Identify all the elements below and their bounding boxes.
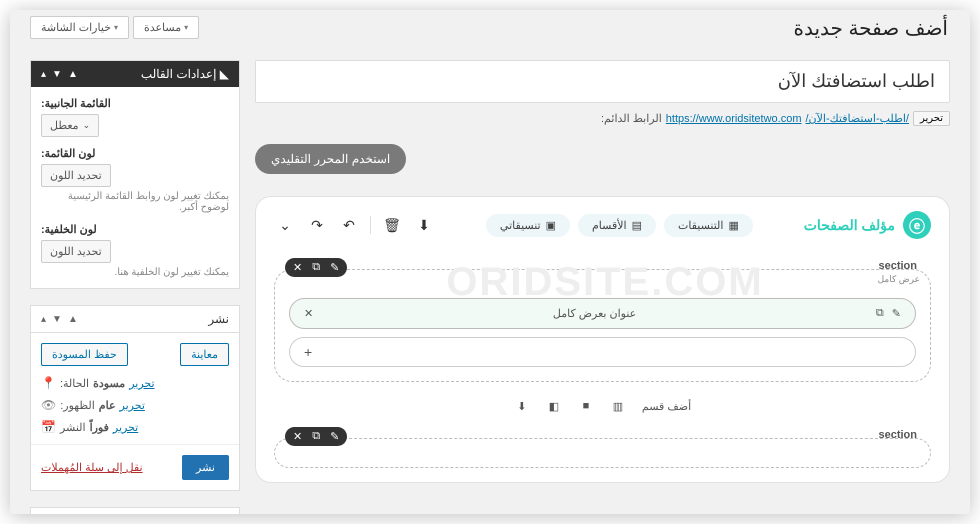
add-block-button[interactable]: + [289,337,916,367]
menu-color-picker[interactable]: تحديد اللون [41,164,111,187]
permalink-base[interactable]: https://www.oridsitetwo.com [666,113,802,125]
block-title: عنوان بعرض كامل [553,307,636,320]
calendar-icon: 📅 [41,420,56,434]
classic-editor-button[interactable]: استخدم المحرر التقليدي [255,144,406,174]
permalink-slug[interactable]: /اطلب-استضافتك-الآن/ [806,112,909,125]
redo-icon[interactable]: ↷ [306,214,328,236]
trash-link[interactable]: نقل إلى سلة المُهملات [41,461,143,474]
save-draft-button[interactable]: حفظ المسودة [41,343,128,366]
layout-download-icon[interactable]: ⬇ [514,398,530,414]
trash-icon[interactable]: 🗑 [381,214,403,236]
layout-full-icon[interactable]: ■ [578,398,594,414]
section-edit-icon[interactable]: ✎ [330,430,339,443]
my-formats-icon: ▣ [546,219,556,232]
panel-up-icon[interactable]: ▲ [68,69,78,80]
sections-pill[interactable]: ▤الأقسام [578,214,656,237]
section-edit-icon[interactable]: ✎ [330,261,339,274]
pin-icon: 📍 [41,376,56,390]
section-close-icon[interactable]: ✕ [293,430,302,443]
section-toolbar-2: ✎ ⧉ ✕ [285,427,347,446]
section-container: عرض كامل ✎ ⧉ ✕ ✎ ⧉ عنوان بعرض كامل ✕ [274,269,931,382]
block-close-icon[interactable]: ✕ [304,307,313,320]
formats-icon: ▦ [728,219,738,232]
status-label: الحالة: [60,377,89,390]
divider [370,216,371,234]
panel-up-icon[interactable]: ▲ [68,314,78,325]
schedule-value: فوراً [90,421,109,434]
permalink-edit-button[interactable]: تحرير [913,111,950,126]
my-formats-pill[interactable]: ▣تنسيقاتي [486,214,570,237]
panel-down-icon[interactable]: ▼ [52,314,62,325]
menu-color-label: لون القائمة: [41,147,229,160]
section-close-icon[interactable]: ✕ [293,261,302,274]
visibility-value: عام [99,399,116,412]
panel-down-icon[interactable]: ▼ [52,69,62,80]
visibility-label: الظهور: [60,399,95,412]
bg-color-label: لون الخلفية: [41,223,229,236]
page-heading: أضف صفحة جديدة [794,16,949,41]
side-menu-label: القائمة الجانبية: [41,97,229,110]
section-toolbar: ✎ ⧉ ✕ [285,258,347,277]
panel-toggle-icon[interactable]: ▴ [41,314,46,325]
section-subtitle: عرض كامل [878,274,920,285]
help-tab[interactable]: مساعدة [133,16,199,39]
permalink-label: الرابط الدائم: [601,112,662,125]
download-icon[interactable]: ⬇ [413,214,435,236]
chevron-down-icon[interactable]: ⌄ [274,214,296,236]
eye-icon: 👁 [41,398,56,412]
section-copy-icon[interactable]: ⧉ [312,261,320,274]
section-copy-icon[interactable]: ⧉ [312,430,320,443]
page-attributes-panel: خصائص الصفحة ▴ [30,507,240,514]
publish-button[interactable]: نشر [182,455,229,480]
side-menu-select[interactable]: ⌄معطل [41,114,99,137]
page-builder: ⓔ مؤلف الصفحات ▦التنسيقات ▤الأقسام ▣تنسي… [255,196,950,483]
visibility-edit-link[interactable]: تحرير [120,399,145,412]
sections-icon: ▤ [632,219,642,232]
menu-color-help: يمكنك تغيير لون روابط القائمة الرئيسية ل… [41,191,229,213]
builder-brand: ⓔ مؤلف الصفحات [804,211,931,239]
bg-color-picker[interactable]: تحديد اللون [41,240,111,263]
section-container-2: ✎ ⧉ ✕ [274,438,931,468]
template-settings-panel: ◣ إعدادات القالب ▲ ▼ ▴ القائمة الجانبية: ⌄… [30,60,240,289]
block-copy-icon[interactable]: ⧉ [876,307,884,320]
add-section-label: أضف قسم [642,400,691,413]
schedule-edit-link[interactable]: تحرير [113,421,138,434]
block-edit-icon[interactable]: ✎ [892,307,901,320]
layout-split-icon[interactable]: ◧ [546,398,562,414]
preview-button[interactable]: معاينة [180,343,229,366]
inner-block[interactable]: ✎ ⧉ عنوان بعرض كامل ✕ [289,298,916,329]
permalink-row: الرابط الدائم: https://www.oridsitetwo.c… [255,111,950,126]
publish-panel-title: نشر [208,312,229,326]
add-section-row: أضف قسم ▥ ■ ◧ ⬇ [274,398,931,414]
schedule-label: النشر [60,421,86,434]
formats-pill[interactable]: ▦التنسيقات [664,214,753,237]
publish-panel: نشر ▲ ▼ ▴ معاينة حفظ المسودة تحرير مسودة ا… [30,305,240,491]
page-title-input[interactable] [255,60,950,103]
builder-logo-icon: ⓔ [903,211,931,239]
panel-toggle-icon[interactable]: ▴ [41,69,46,80]
template-panel-title: ◣ إعدادات القالب [141,67,229,81]
undo-icon[interactable]: ↶ [338,214,360,236]
status-edit-link[interactable]: تحرير [129,377,154,390]
bg-color-help: يمكنك تغيير لون الخلفية هنا. [41,267,229,278]
layout-2col-icon[interactable]: ▥ [610,398,626,414]
screen-options-tab[interactable]: خيارات الشاشة [30,16,129,39]
status-value: مسودة [93,377,125,390]
